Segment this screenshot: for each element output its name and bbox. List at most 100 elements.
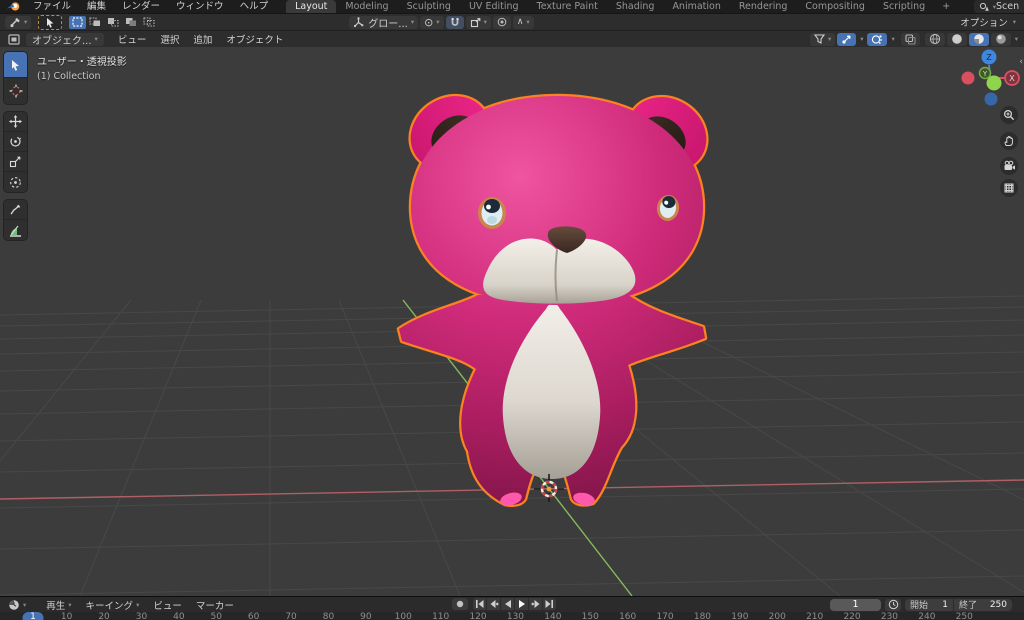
tool-rotate[interactable] [4,132,27,152]
editor-type-button[interactable] [4,33,24,46]
frame-end-field[interactable]: 終了 250 [954,598,1012,611]
clock-editor-icon [9,599,19,610]
scene-selector[interactable]: ▾ Scen [973,0,1024,13]
blender-window: { "topbar": { "menus": ["ファイル", "編集", "レ… [0,0,1024,620]
hand-icon [1004,136,1013,146]
topbar-menu-item[interactable]: 編集 [79,0,114,13]
gizmo-axis-z-negative[interactable] [984,92,998,106]
viewport-menus: ビュー 選択 追加 オブジェクト [111,32,291,46]
xray-toggle[interactable] [900,32,920,46]
topbar-menu-item[interactable]: レンダー [114,0,168,13]
workspace-tab[interactable]: Layout [286,0,337,13]
timeline-menu-item[interactable]: キーイング ▾ [79,598,147,612]
select-mode-new[interactable] [68,15,86,29]
play-reverse-button[interactable] [501,598,514,610]
shading-wireframe-button[interactable] [924,32,945,46]
shading-rendered-button[interactable] [990,32,1011,46]
overlays-dropdown[interactable]: ▾ [891,35,894,43]
zoom-view-button[interactable] [1000,106,1018,124]
viewport-menu-item[interactable]: ビュー [111,32,154,46]
bear-model[interactable] [397,81,721,507]
transform-orientation-dropdown[interactable]: グロー... ▾ [349,15,419,30]
funnel-icon [813,34,825,44]
workspace-tab[interactable]: UV Editing [460,0,528,13]
workspace-tab[interactable]: Scripting [874,0,934,13]
select-mode-subtract[interactable] [104,15,122,29]
playhead-current-frame[interactable]: 1 [22,612,44,620]
preview-range-button[interactable] [885,598,901,611]
shading-material-button[interactable] [968,32,989,46]
snap-settings-dropdown[interactable]: ▾ [465,15,491,29]
sidebar-toggle[interactable]: ‹ [1019,57,1023,67]
workspace-tab[interactable]: Rendering [730,0,797,13]
next-keyframe-button[interactable] [529,598,542,610]
gizmo-axis-x-negative[interactable] [961,71,975,85]
tool-cursor[interactable] [4,78,27,104]
topbar-menu-item[interactable]: ヘルプ [232,0,277,13]
jump-to-start-button[interactable] [473,598,486,610]
timeline-ruler[interactable]: 1 10 20 30 40 50 60 70 80 90 100 110 120 130 140 150 16… [0,612,1024,620]
scene-canvas[interactable] [0,47,1024,596]
tool-annotate[interactable] [4,200,27,220]
prev-keyframe-button[interactable] [487,598,500,610]
select-mode-intersect[interactable] [140,15,158,29]
select-mode-invert[interactable] [122,15,140,29]
mode-dropdown[interactable]: オブジェク... ▾ [26,32,104,47]
active-tool-select-box[interactable] [38,14,63,30]
gizmo-filter-dropdown[interactable]: ▾ [809,32,836,46]
shading-dropdown[interactable]: ▾ [1015,35,1018,43]
viewport-3d[interactable]: ユーザー・透視投影 (1) Collection Z Y X ‹ [0,47,1024,596]
workspace-tab[interactable]: Modeling [336,0,397,13]
perspective-toggle-button[interactable] [1000,179,1018,197]
frame-start-field[interactable]: 開始 1 [905,598,953,611]
proportional-edit-toggle[interactable] [492,15,511,29]
auto-keyframe-button[interactable] [452,598,468,610]
shading-solid-button[interactable] [946,32,967,46]
collection-label: (1) Collection [37,71,101,82]
tool-select-box[interactable] [4,52,27,78]
tool-move[interactable] [4,112,27,132]
axis-x-label: X [1009,74,1015,83]
timeline-menu-item[interactable]: ビュー [146,598,189,612]
toolbar [3,51,28,247]
topbar-menu-item[interactable]: ウィンドウ [168,0,232,13]
tool-scale[interactable] [4,152,27,172]
workspace-tab[interactable]: Shading [607,0,664,13]
ruler-tick-label: 210 [806,612,824,620]
blender-logo-icon[interactable] [6,1,21,12]
workspace-tab[interactable]: Animation [663,0,729,13]
snap-target-icon [470,17,481,27]
play-button[interactable] [515,598,528,610]
options-dropdown[interactable]: オプション ▾ [953,15,1016,29]
topbar-menu-item[interactable]: ファイル [25,0,79,13]
jump-to-end-button[interactable] [543,598,556,610]
show-overlays-toggle[interactable] [867,32,888,46]
current-frame-field[interactable]: 1 [830,598,881,611]
workspace-tab[interactable]: Compositing [796,0,874,13]
workspace-tab[interactable]: Sculpting [398,0,460,13]
navigation-gizmo[interactable]: Z Y X [954,47,1024,111]
gizmos-dropdown[interactable]: ▾ [860,35,863,43]
pivot-point-dropdown[interactable]: ⊙ ▾ [420,15,444,29]
ruler-tick-label: 180 [693,612,712,620]
show-gizmos-toggle[interactable] [837,32,857,46]
timeline-menu-item[interactable]: マーカー [189,598,241,612]
tool-dropdown[interactable]: ▾ [5,15,32,29]
tool-transform[interactable] [4,172,27,192]
add-workspace-button[interactable]: + [934,0,958,13]
tool-measure[interactable] [4,220,27,240]
viewport-menu-item[interactable]: 選択 [153,32,186,46]
pan-view-button[interactable] [1000,132,1018,150]
select-mode-extend[interactable] [86,15,104,29]
start-value: 1 [942,599,948,610]
camera-view-button[interactable] [1000,157,1018,175]
viewport-menu-item[interactable]: オブジェクト [219,32,290,46]
ruler-tick-label: 230 [880,612,899,620]
timeline-menu-item[interactable]: 再生 ▾ [39,598,78,612]
timeline-editor-type-button[interactable]: ▾ [4,598,30,611]
workspace-tab[interactable]: Texture Paint [528,0,607,13]
snap-toggle[interactable] [445,15,464,29]
gizmo-axis-y-positive[interactable] [986,75,1002,91]
viewport-menu-item[interactable]: 追加 [186,32,219,46]
falloff-dropdown[interactable]: ∧ ▾ [512,15,534,29]
